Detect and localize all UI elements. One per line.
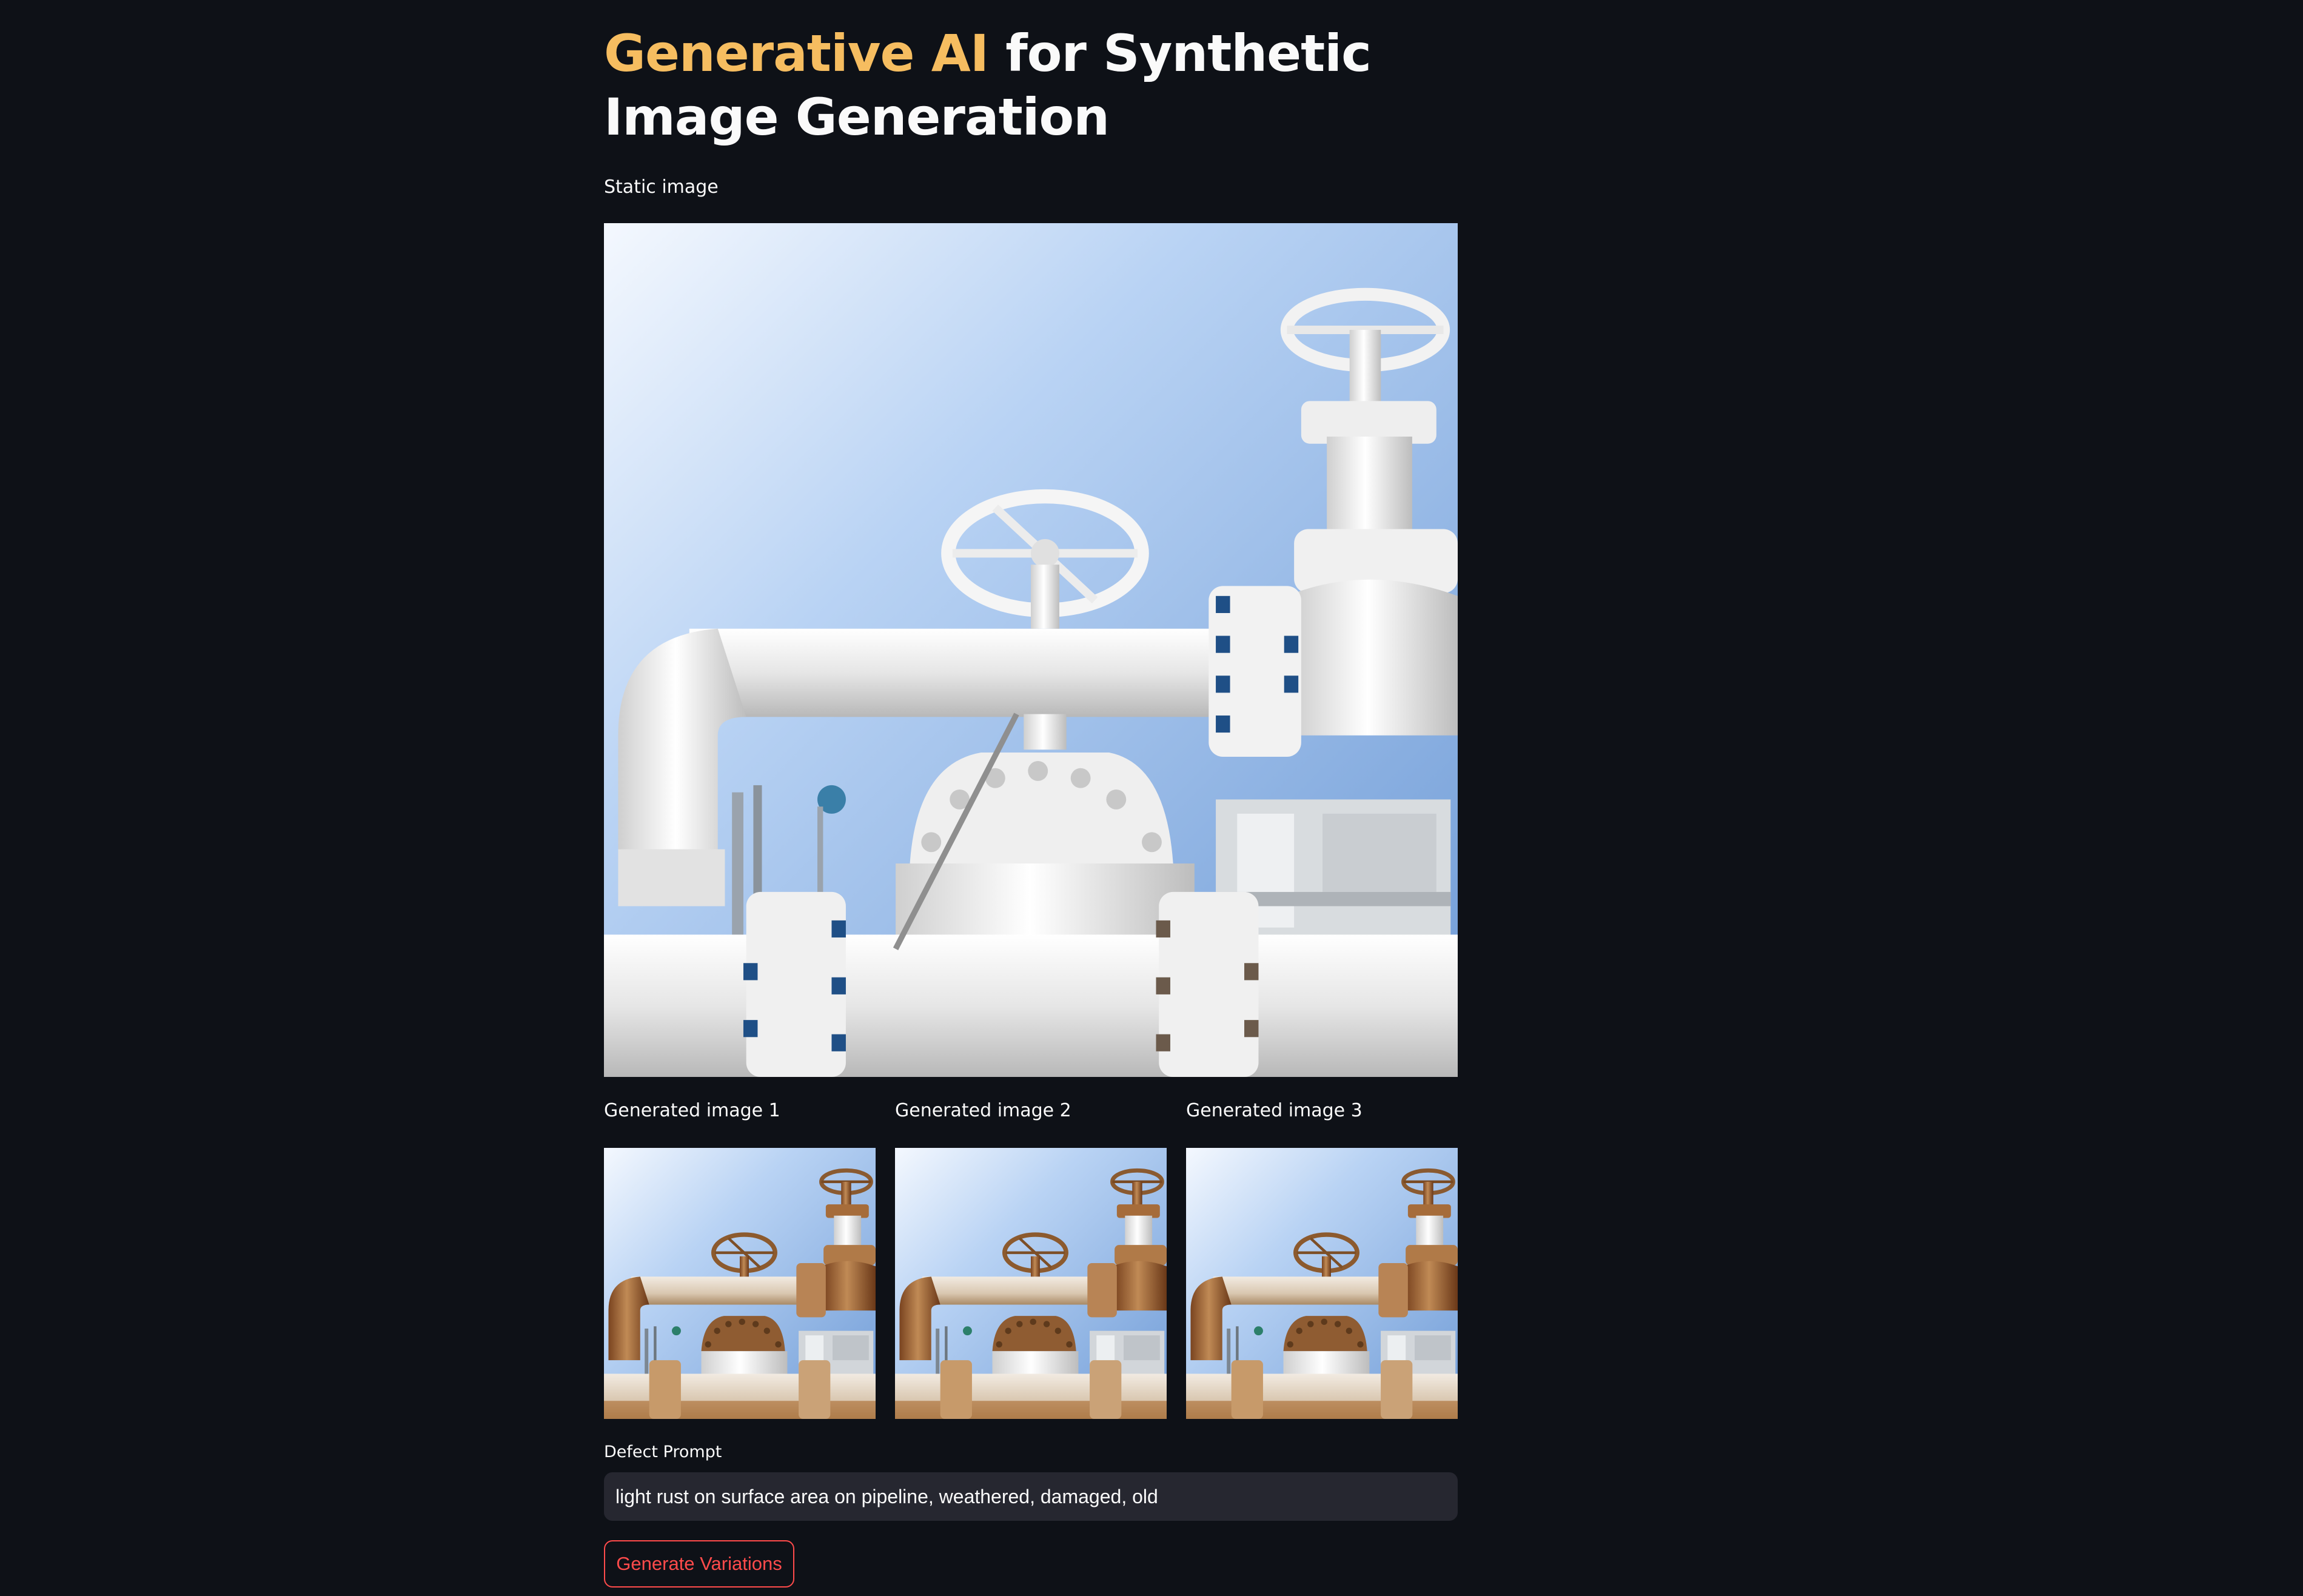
generated-image-1-label: Generated image 1 [604,1100,780,1121]
generated-image-3-label: Generated image 3 [1186,1100,1363,1121]
title-accent: Generative AI [604,24,989,83]
generated-image-3 [1186,1148,1458,1419]
defect-prompt-input[interactable] [604,1472,1458,1521]
static-image-label: Static image [604,176,719,198]
static-image [604,223,1458,1077]
generate-variations-button[interactable]: Generate Variations [604,1540,794,1588]
generated-image-2 [895,1148,1167,1419]
generated-image-1 [604,1148,876,1419]
defect-prompt-label: Defect Prompt [604,1443,722,1461]
page-title: Generative AI for Synthetic Image Genera… [604,22,1465,149]
generated-image-2-label: Generated image 2 [895,1100,1071,1121]
app-root: Generative AI for Synthetic Image Genera… [0,0,2303,1596]
